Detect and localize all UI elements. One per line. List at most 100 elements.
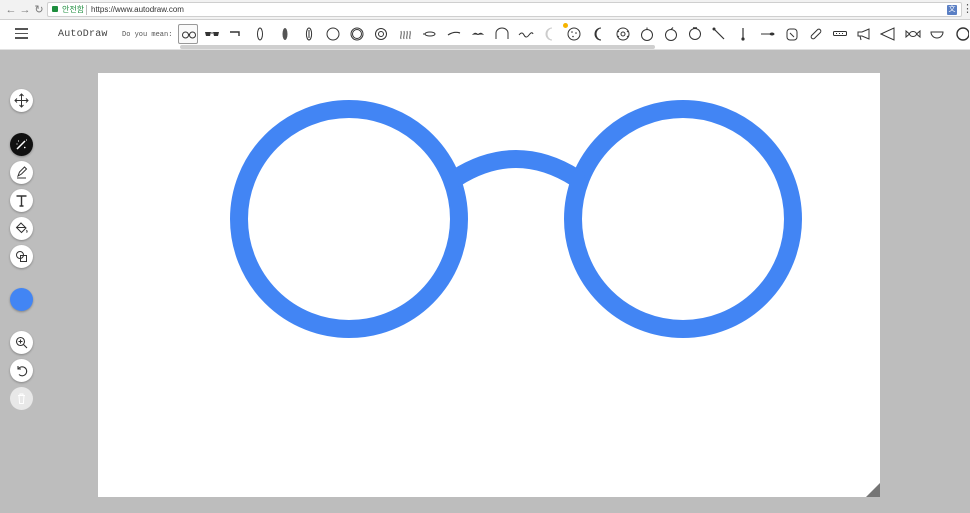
mustache-icon bbox=[471, 32, 484, 35]
hamburger-menu-icon[interactable] bbox=[15, 28, 28, 39]
paint-bucket-icon bbox=[15, 222, 28, 234]
type-tool[interactable] bbox=[10, 189, 33, 212]
wave-line-icon bbox=[518, 32, 534, 38]
autodraw-tool[interactable] bbox=[10, 133, 33, 156]
url-text[interactable]: https://www.autodraw.com bbox=[91, 4, 184, 16]
bracket-oval-icon bbox=[257, 27, 264, 41]
target-circle-icon bbox=[375, 28, 388, 40]
pencil-icon bbox=[17, 166, 28, 179]
text-t-icon bbox=[16, 195, 27, 207]
url-divider bbox=[86, 5, 87, 15]
suggestion-harmonica[interactable] bbox=[830, 24, 850, 44]
draw-tool[interactable] bbox=[10, 161, 33, 184]
whistle-icon bbox=[447, 31, 460, 36]
fish-icon bbox=[422, 31, 435, 37]
suggestion-scrollbar[interactable] bbox=[180, 45, 655, 49]
forward-arrow-icon[interactable]: → bbox=[19, 3, 31, 17]
matchstick-icon bbox=[712, 27, 725, 40]
key-icon bbox=[741, 28, 746, 41]
address-bar[interactable]: 안전함 https://www.autodraw.com 文 bbox=[47, 2, 962, 17]
steam-lines-icon bbox=[400, 30, 412, 40]
new-indicator-dot bbox=[563, 23, 568, 28]
translate-icon[interactable]: 文 bbox=[947, 5, 957, 15]
suggestion-crescent-moon[interactable] bbox=[589, 24, 609, 44]
zoom-in-icon bbox=[15, 336, 28, 349]
harmonica-icon bbox=[833, 31, 848, 36]
light-bulb-icon bbox=[689, 27, 702, 40]
suggestion-light-bulb[interactable] bbox=[685, 24, 705, 44]
select-move-tool[interactable] bbox=[10, 89, 33, 112]
suggestion-bandage[interactable] bbox=[806, 24, 826, 44]
glasses-round-icon bbox=[182, 31, 196, 39]
suggestion-key[interactable] bbox=[733, 24, 753, 44]
suggestion-circle-edge[interactable] bbox=[951, 24, 970, 44]
suggestion-peanut[interactable] bbox=[275, 24, 295, 44]
bowl-icon bbox=[930, 31, 944, 39]
glasses-bridge bbox=[447, 150, 585, 187]
donut-icon bbox=[616, 27, 630, 41]
bean-icon bbox=[305, 27, 312, 41]
crescent-moon-icon bbox=[594, 27, 601, 41]
lollipop-icon bbox=[760, 32, 775, 36]
back-arrow-icon[interactable]: ← bbox=[5, 3, 17, 17]
candy-icon bbox=[905, 29, 920, 39]
bread-icon bbox=[786, 28, 798, 41]
suggestion-bread[interactable] bbox=[782, 24, 802, 44]
suggestions-label: Do you mean: bbox=[122, 31, 173, 39]
suggestion-fish[interactable] bbox=[420, 24, 440, 44]
suggestion-mustache[interactable] bbox=[468, 24, 488, 44]
right-lens bbox=[564, 100, 802, 338]
secure-label: 안전함 bbox=[62, 5, 85, 14]
cookie-icon bbox=[567, 27, 581, 41]
reload-icon[interactable]: ↻ bbox=[33, 3, 45, 17]
undo-tool[interactable] bbox=[10, 359, 33, 382]
shapes-icon bbox=[16, 251, 27, 262]
zoom-tool[interactable] bbox=[10, 331, 33, 354]
suggestion-glasses-round[interactable] bbox=[178, 24, 198, 44]
orange-icon bbox=[640, 27, 653, 41]
browser-toolbar: ← → ↻ 안전함 https://www.autodraw.com 文 ⋮ bbox=[0, 0, 970, 20]
canvas-resize-handle[interactable] bbox=[866, 483, 880, 497]
suggestion-steam-lines[interactable] bbox=[395, 24, 415, 44]
suggestion-arch-bridge[interactable] bbox=[492, 24, 512, 44]
more-vert-icon[interactable]: ⋮ bbox=[962, 2, 970, 16]
apple-icon bbox=[665, 27, 677, 41]
app-title: AutoDraw bbox=[58, 29, 108, 40]
suggestion-bowl[interactable] bbox=[927, 24, 947, 44]
shape-tool[interactable] bbox=[10, 245, 33, 268]
suggestion-circle[interactable] bbox=[323, 24, 343, 44]
suggestion-glasses-sunglasses[interactable] bbox=[202, 24, 222, 44]
triangle-flag-icon bbox=[880, 27, 895, 41]
suggestion-bracket-oval[interactable] bbox=[250, 24, 270, 44]
delete-tool[interactable] bbox=[10, 387, 33, 410]
glasses-sunglasses-icon bbox=[205, 32, 220, 36]
bandage-icon bbox=[810, 28, 822, 40]
suggestion-glasses-pipe[interactable] bbox=[226, 24, 246, 44]
suggestion-strip bbox=[178, 24, 970, 46]
suggestion-target-circle[interactable] bbox=[371, 24, 391, 44]
suggestion-donut[interactable] bbox=[613, 24, 633, 44]
suggestion-wave-line[interactable] bbox=[516, 24, 536, 44]
moon-faint-icon bbox=[545, 27, 553, 41]
glasses-drawing bbox=[230, 100, 802, 338]
suggestion-triangle-flag[interactable] bbox=[878, 24, 898, 44]
circle-edge-icon bbox=[956, 27, 969, 41]
suggestion-orange[interactable] bbox=[637, 24, 657, 44]
ring-double-icon bbox=[350, 27, 364, 41]
undo-icon bbox=[17, 366, 28, 377]
suggestion-bean[interactable] bbox=[299, 24, 319, 44]
suggestion-candy[interactable] bbox=[903, 24, 923, 44]
suggestion-moon-faint[interactable] bbox=[540, 24, 560, 44]
trash-icon bbox=[18, 393, 25, 404]
megaphone-icon bbox=[857, 28, 870, 41]
color-picker[interactable] bbox=[10, 288, 33, 311]
circle-icon bbox=[326, 27, 340, 41]
suggestion-lollipop[interactable] bbox=[758, 24, 778, 44]
suggestion-ring-double[interactable] bbox=[347, 24, 367, 44]
suggestion-apple[interactable] bbox=[661, 24, 681, 44]
drawing-canvas[interactable] bbox=[98, 73, 880, 497]
fill-tool[interactable] bbox=[10, 217, 33, 240]
suggestion-matchstick[interactable] bbox=[709, 24, 729, 44]
suggestion-megaphone[interactable] bbox=[854, 24, 874, 44]
suggestion-whistle[interactable] bbox=[444, 24, 464, 44]
